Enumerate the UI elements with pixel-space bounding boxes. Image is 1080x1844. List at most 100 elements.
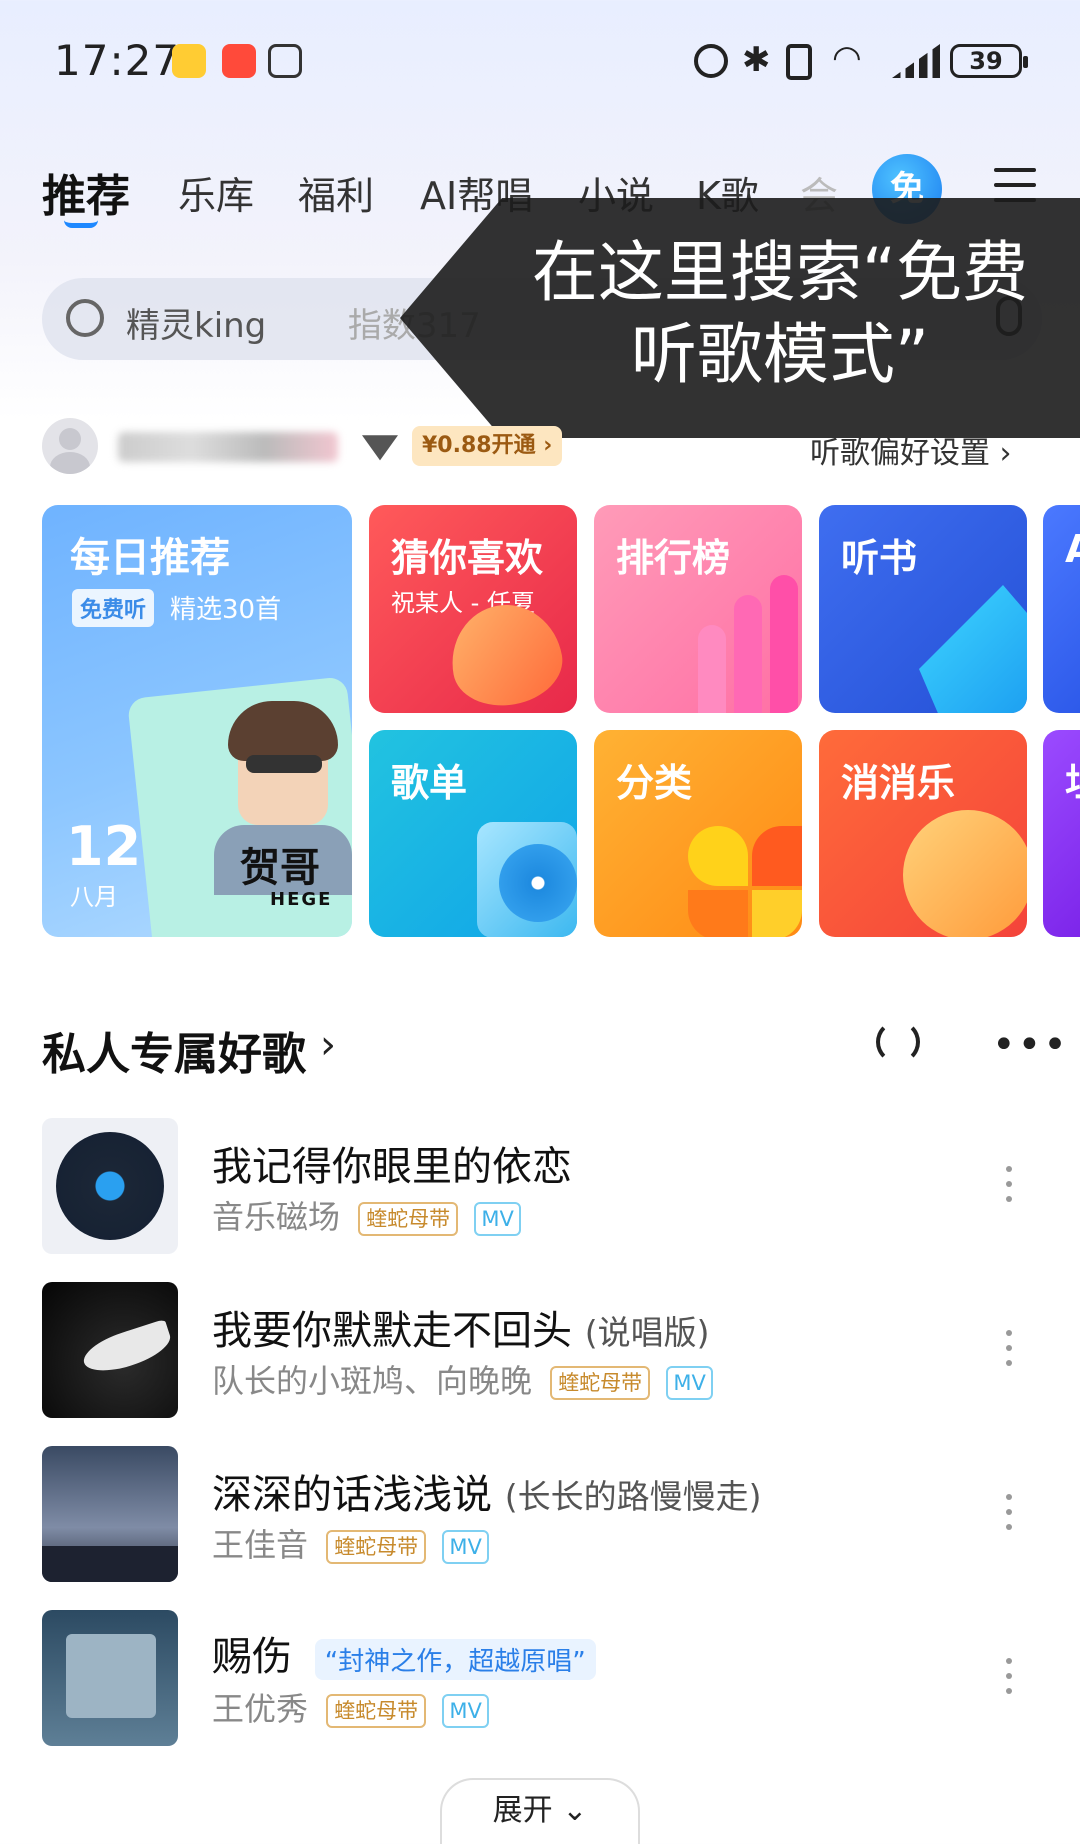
cover-art <box>78 1318 176 1380</box>
quality-badge: 蝰蛇母带 <box>326 1530 427 1564</box>
song-version: (长长的路慢慢走) <box>504 1477 762 1516</box>
alarm-icon <box>694 44 728 78</box>
tile-title: 排行榜 <box>616 536 731 580</box>
book-icon <box>919 585 1027 713</box>
song-cover[interactable] <box>42 1282 178 1418</box>
song-title[interactable]: 我记得你眼里的依恋 <box>212 1134 572 1192</box>
playlist-tile[interactable]: 歌单 <box>369 730 577 937</box>
disc-icon <box>499 844 577 922</box>
nfc-icon <box>268 44 302 78</box>
game-icon <box>903 810 1027 937</box>
tile-title: 猜你喜欢 <box>391 536 544 580</box>
more-icon[interactable]: ••• <box>992 1022 1069 1068</box>
tab-welfare[interactable]: 福利 <box>298 165 374 220</box>
app-notification-icon <box>222 44 256 78</box>
quality-badge: 蝰蛇母带 <box>550 1366 651 1400</box>
search-icon <box>66 299 104 337</box>
section-title[interactable]: 私人专属好歌 <box>42 1018 306 1082</box>
signal-icon <box>892 44 940 78</box>
song-artist-row: 音乐磁场 蝰蛇母带 MV <box>212 1192 521 1238</box>
category-icon <box>752 890 802 937</box>
partial-tile[interactable]: 坦 <box>1043 730 1080 937</box>
song-cover[interactable] <box>42 1118 178 1254</box>
bar-chart-icon <box>770 575 798 713</box>
free-listen-badge: 免费听 <box>72 589 155 627</box>
username <box>118 432 338 462</box>
audiobook-tile[interactable]: 听书 <box>819 505 1027 713</box>
artist-illustration-hair <box>228 701 338 761</box>
tab-recommend[interactable]: 推荐 <box>42 160 130 224</box>
refresh-icon[interactable] <box>876 1020 920 1064</box>
song-artist: 王优秀 <box>212 1690 309 1728</box>
tile-title: 歌单 <box>391 761 468 805</box>
vinyl-icon <box>56 1132 164 1240</box>
mv-badge[interactable]: MV <box>474 1202 521 1236</box>
tile-title: 每日推荐 <box>70 535 230 581</box>
song-title-text: 我记得你眼里的依恋 <box>212 1144 572 1190</box>
listening-preference-link[interactable]: 听歌偏好设置 › <box>810 428 1012 472</box>
vip-icon <box>362 435 398 461</box>
song-cover[interactable] <box>42 1610 178 1746</box>
song-title-text: 赐伤 <box>212 1634 292 1680</box>
art-text-en: HEGE <box>270 889 333 910</box>
tutorial-callout-text: 在这里搜索“免费听歌模式” <box>531 234 1029 393</box>
date-month: 八月 <box>70 883 118 911</box>
bar-chart-icon <box>698 625 726 713</box>
song-artist: 音乐磁场 <box>212 1198 341 1236</box>
vibrate-icon <box>786 44 812 80</box>
tile-subtitle: 精选30首 <box>170 595 282 625</box>
song-title[interactable]: 深深的话浅浅说 (长长的路慢慢走) <box>212 1462 761 1520</box>
song-artist-row: 王优秀 蝰蛇母带 MV <box>212 1684 489 1730</box>
app-notification-icon <box>172 44 206 78</box>
guess-you-like-tile[interactable]: 猜你喜欢 祝某人 - 任夏 <box>369 505 577 713</box>
category-icon <box>752 826 802 886</box>
status-time: 17:27 <box>54 36 181 85</box>
partial-tile[interactable]: A <box>1043 505 1080 713</box>
vip-offer-badge[interactable]: ¥0.88开通 › <box>412 426 563 466</box>
cover-art <box>42 1546 178 1582</box>
tile-title: A <box>1065 527 1080 571</box>
tile-title: 听书 <box>841 536 918 580</box>
avatar[interactable] <box>42 418 98 474</box>
category-tile[interactable]: 分类 <box>594 730 802 937</box>
song-title-text: 深深的话浅浅说 <box>212 1472 492 1518</box>
song-highlight-tag: “封神之作，超越原唱” <box>314 1638 596 1680</box>
match-game-tile[interactable]: 消消乐 <box>819 730 1027 937</box>
wifi-icon: ◠ <box>832 38 862 78</box>
song-more-icon[interactable] <box>1006 1658 1016 1703</box>
song-artist-row: 王佳音 蝰蛇母带 MV <box>212 1520 489 1566</box>
chevron-right-icon[interactable]: › <box>320 1022 336 1068</box>
category-icon <box>688 826 748 886</box>
mv-badge[interactable]: MV <box>442 1530 489 1564</box>
category-icon <box>688 890 748 937</box>
song-version: (说唱版) <box>584 1313 710 1352</box>
song-artist: 王佳音 <box>212 1526 309 1564</box>
song-title[interactable]: 赐伤 “封神之作，超越原唱” <box>212 1624 596 1682</box>
song-artist: 队长的小斑鸠、向晚晚 <box>212 1362 533 1400</box>
quality-badge: 蝰蛇母带 <box>358 1202 459 1236</box>
song-cover[interactable] <box>42 1446 178 1582</box>
bluetooth-icon: ✱ <box>742 40 771 80</box>
status-bar: 17:27 ✱ ◠ 39 <box>0 0 1080 120</box>
song-more-icon[interactable] <box>1006 1330 1016 1375</box>
tab-library[interactable]: 乐库 <box>178 165 254 220</box>
tile-title: 消消乐 <box>841 761 956 805</box>
bar-chart-icon <box>734 595 762 713</box>
art-text: 贺哥 <box>240 845 320 891</box>
expand-button[interactable]: 展开 ⌄ <box>440 1778 640 1844</box>
mv-badge[interactable]: MV <box>442 1694 489 1728</box>
daily-recommend-tile[interactable]: 每日推荐 免费听 精选30首 贺哥 HEGE 12 八月 <box>42 505 352 937</box>
song-title-text: 我要你默默走不回头 <box>212 1308 572 1354</box>
quality-badge: 蝰蛇母带 <box>326 1694 427 1728</box>
song-more-icon[interactable] <box>1006 1494 1016 1539</box>
chart-ranking-tile[interactable]: 排行榜 <box>594 505 802 713</box>
cover-art <box>66 1634 156 1718</box>
song-title[interactable]: 我要你默默走不回头 (说唱版) <box>212 1298 709 1356</box>
battery-icon: 39 <box>950 44 1028 78</box>
song-more-icon[interactable] <box>1006 1166 1016 1211</box>
date-day: 12 <box>66 815 142 878</box>
tile-title: 坦 <box>1065 752 1080 807</box>
tab-active-indicator <box>64 220 98 228</box>
artist-illustration-glasses <box>246 755 322 773</box>
mv-badge[interactable]: MV <box>666 1366 713 1400</box>
